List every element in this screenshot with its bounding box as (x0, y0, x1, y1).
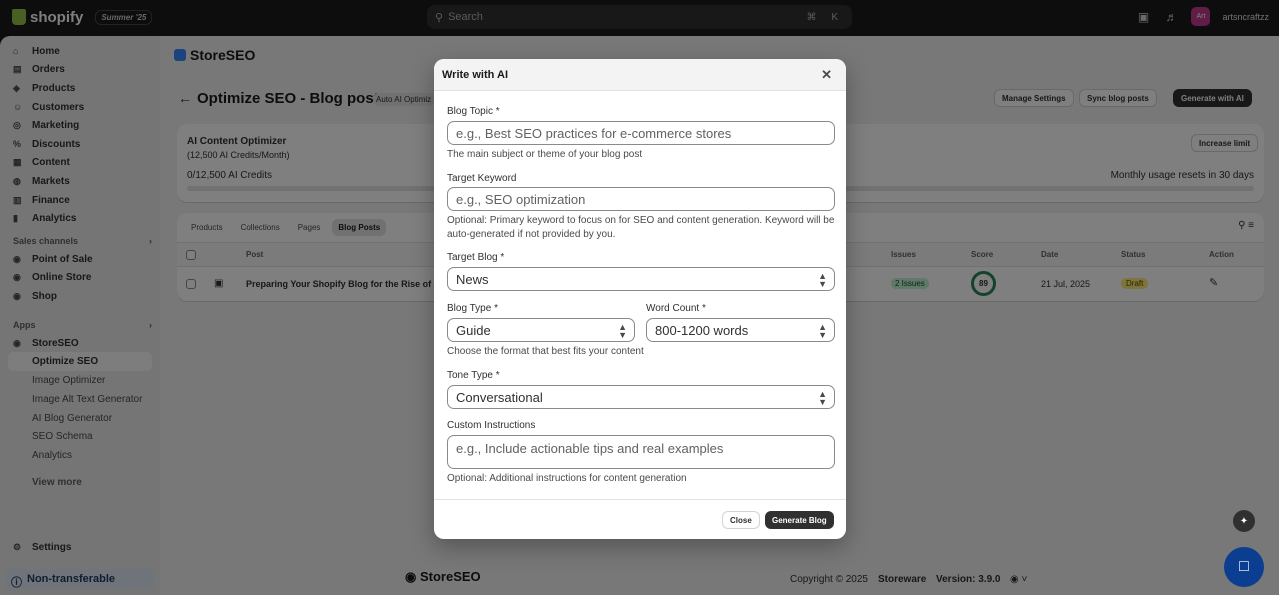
target-keyword-label: Target Keyword (447, 173, 517, 184)
target-keyword-input[interactable]: e.g., SEO optimization (447, 187, 835, 211)
select-chevron-icon: ▲ ▼ (818, 271, 827, 289)
blog-type-help: Choose the format that best fits your co… (447, 346, 644, 357)
blog-topic-input[interactable]: e.g., Best SEO practices for e-commerce … (447, 121, 835, 145)
target-blog-value: News (456, 271, 489, 287)
custom-instructions-help: Optional: Additional instructions for co… (447, 473, 687, 484)
blog-type-select[interactable]: Guide ▲ ▼ (447, 318, 635, 342)
custom-instructions-textarea[interactable]: e.g., Include actionable tips and real e… (447, 435, 835, 469)
blog-topic-label: Blog Topic * (447, 106, 500, 117)
select-chevron-icon: ▲ ▼ (618, 322, 627, 340)
tone-type-value: Conversational (456, 389, 543, 405)
modal-footer: Close Generate Blog (434, 499, 846, 539)
blog-type-label: Blog Type * (447, 303, 498, 314)
tone-type-label: Tone Type * (447, 370, 500, 381)
modal-title: Write with AI (442, 68, 508, 81)
sparkle-icon[interactable]: ✦ (1233, 510, 1255, 532)
tone-type-select[interactable]: Conversational ▲ ▼ (447, 385, 835, 409)
write-with-ai-modal: Write with AI ✕ Blog Topic * e.g., Best … (434, 59, 846, 539)
blog-topic-placeholder: e.g., Best SEO practices for e-commerce … (456, 125, 732, 141)
blog-topic-help: The main subject or theme of your blog p… (447, 149, 643, 160)
generate-blog-button[interactable]: Generate Blog (765, 511, 834, 529)
close-icon[interactable]: ✕ (821, 67, 832, 83)
word-count-value: 800-1200 words (655, 322, 749, 338)
select-chevron-icon: ▲ ▼ (818, 389, 827, 407)
select-chevron-icon: ▲ ▼ (818, 322, 827, 340)
blog-type-value: Guide (456, 322, 491, 338)
custom-instructions-label: Custom Instructions (447, 420, 536, 431)
custom-instructions-placeholder: e.g., Include actionable tips and real e… (456, 441, 724, 456)
word-count-label: Word Count * (646, 303, 706, 314)
target-blog-select[interactable]: News ▲ ▼ (447, 267, 835, 291)
word-count-select[interactable]: 800-1200 words ▲ ▼ (646, 318, 835, 342)
chat-icon[interactable]: □ (1224, 547, 1264, 587)
target-blog-label: Target Blog * (447, 252, 505, 263)
target-keyword-help: Optional: Primary keyword to focus on fo… (447, 215, 835, 240)
modal-header: Write with AI ✕ (434, 59, 846, 91)
target-keyword-placeholder: e.g., SEO optimization (456, 191, 586, 207)
close-button[interactable]: Close (722, 511, 760, 529)
